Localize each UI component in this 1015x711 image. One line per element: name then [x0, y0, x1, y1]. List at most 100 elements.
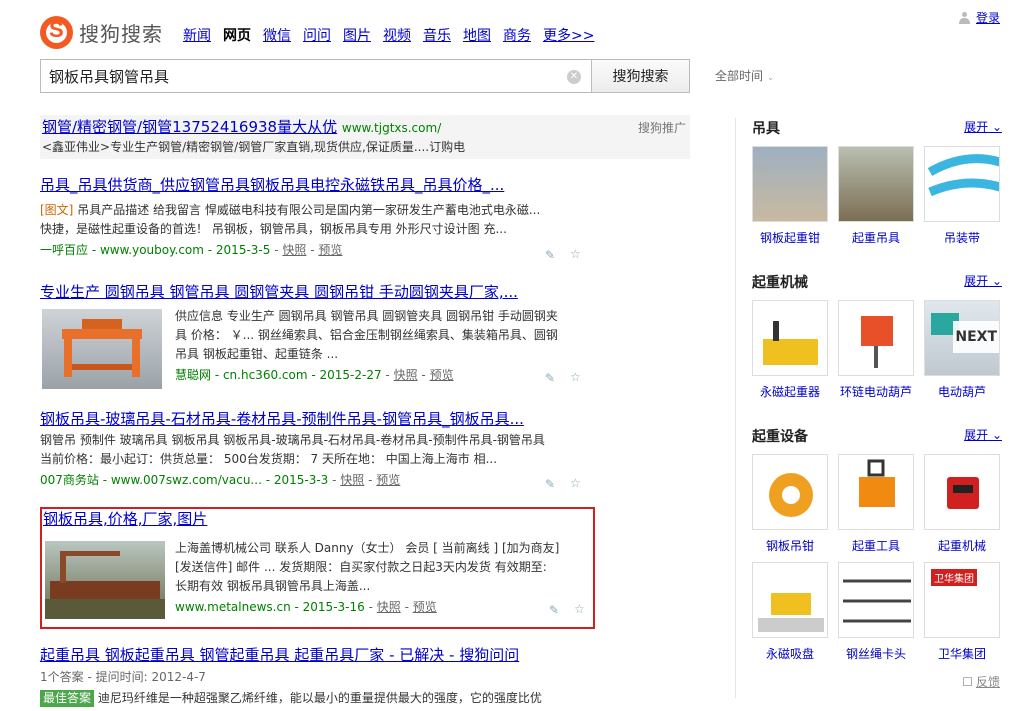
- sidebar-item[interactable]: 钢板起重钳: [752, 146, 828, 246]
- star-icon[interactable]: ☆: [570, 371, 584, 383]
- nav-music[interactable]: 音乐: [423, 25, 451, 45]
- search-input[interactable]: [41, 60, 561, 92]
- sidebar-item[interactable]: 环链电动葫芦: [838, 300, 914, 400]
- result-thumbnail[interactable]: [45, 541, 165, 619]
- result-title-link[interactable]: 吊具_吊具供货商_供应钢管吊具钢板吊具电控永磁铁吊具_吊具价格_...: [40, 176, 504, 194]
- result-desc: 吊具 钢板起重钳、起重链条 ...: [175, 347, 339, 361]
- item-image: [752, 454, 828, 530]
- star-icon[interactable]: ☆: [570, 477, 584, 489]
- sidebar-item[interactable]: 起重工具: [838, 454, 914, 554]
- sidebar-item[interactable]: NEXT 电动葫芦: [924, 300, 1000, 400]
- nav-wenwen[interactable]: 问问: [303, 25, 331, 45]
- image-text-tag: [图文]: [40, 203, 74, 217]
- sidebar-item[interactable]: 永磁起重器: [752, 300, 828, 400]
- item-label: 永磁起重器: [759, 385, 820, 399]
- result-site: 007商务站 - www.007swz.com/vacu... - 2015-3…: [40, 473, 329, 487]
- sidebar-divider: [735, 118, 736, 698]
- search-box: ✕: [40, 59, 592, 93]
- result-title-link[interactable]: 专业生产 圆钢吊具 钢管吊具 圆钢管夹具 圆钢吊钳 手动圆钢夹具厂家,...: [40, 283, 518, 301]
- sidebar-item[interactable]: 吊装带: [924, 146, 1000, 246]
- nav-video[interactable]: 视频: [383, 25, 411, 45]
- sogou-logo[interactable]: S 搜狗搜索: [40, 14, 170, 50]
- time-filter[interactable]: 全部时间 ⌄: [715, 67, 774, 84]
- item-label: 环链电动葫芦: [839, 385, 912, 399]
- ad-title-link[interactable]: 钢管/精密钢管/钢管13752416938量大从优: [42, 118, 337, 136]
- note-icon[interactable]: ✎: [545, 478, 559, 490]
- result-title-link[interactable]: 钢板吊具-玻璃吊具-石材吊具-卷材吊具-预制件吊具-钢管吊具_钢板吊具...: [40, 410, 524, 428]
- result-title-link[interactable]: 钢板吊具,价格,厂家,图片: [43, 510, 207, 528]
- note-icon[interactable]: ✎: [545, 249, 559, 261]
- item-label: 钢板起重钳: [759, 231, 820, 245]
- item-label: 吊装带: [943, 231, 980, 245]
- machine-image: [45, 551, 165, 619]
- feedback-link[interactable]: ☐ 反馈: [962, 673, 1000, 690]
- preview-link[interactable]: 预览: [318, 243, 342, 257]
- sidebar-item[interactable]: 永磁吸盘: [752, 562, 828, 662]
- sidebar-item[interactable]: 起重吊具: [838, 146, 914, 246]
- note-icon[interactable]: ✎: [545, 372, 559, 384]
- result-desc: 吊具产品描述 给我留言 悍威磁电科技有限公司是国内第一家研发生产蓄电池式电永磁.…: [77, 203, 541, 217]
- star-icon[interactable]: ☆: [574, 603, 588, 615]
- snapshot-link[interactable]: 快照: [377, 600, 401, 614]
- login-area: 登录: [958, 9, 1000, 26]
- item-image: [752, 146, 828, 222]
- section-heading: 起重机械: [752, 275, 808, 291]
- hoist-image: [861, 316, 893, 368]
- item-image: [752, 300, 828, 376]
- section-heading: 吊具: [752, 121, 780, 137]
- feedback-label: 反馈: [975, 675, 1000, 689]
- item-label: 起重吊具: [851, 231, 900, 245]
- search-result: 专业生产 圆钢吊具 钢管吊具 圆钢管夹具 圆钢吊钳 手动圆钢夹具厂家,...: [40, 282, 690, 302]
- magnet-image: [763, 321, 818, 365]
- highlighted-result: 钢板吊具,价格,厂家,图片 上海盖博机械公司 联系人 Danny（女士） 会员 …: [40, 507, 595, 629]
- sidebar-item[interactable]: 钢丝绳卡头: [838, 562, 914, 662]
- login-link[interactable]: 登录: [976, 9, 1000, 26]
- result-title[interactable]: 钢管/精密钢管/钢管13752416938量大从优 www.tjgtxs.com…: [42, 117, 688, 138]
- sidebar-item[interactable]: 钢板吊钳: [752, 454, 828, 554]
- sidebar-section: 起重机械 展开 ⌄ 永磁起重器 环链电动葫芦 NEXT 电动葫芦: [752, 272, 1002, 400]
- nav-wechat[interactable]: 微信: [263, 25, 291, 45]
- sidebar-item[interactable]: 起重机械: [924, 454, 1000, 554]
- item-image: [752, 562, 828, 638]
- result-thumbnail[interactable]: [42, 309, 162, 389]
- wire-clip-image: [843, 579, 911, 623]
- item-image: [838, 300, 914, 376]
- item-image: [924, 454, 1000, 530]
- snapshot-link[interactable]: 快照: [394, 368, 418, 382]
- nav-map[interactable]: 地图: [463, 25, 491, 45]
- crane-scale-image: [947, 477, 979, 509]
- snapshot-link[interactable]: 快照: [282, 243, 306, 257]
- search-button[interactable]: 搜狗搜索: [591, 59, 690, 93]
- expand-link[interactable]: 展开 ⌄: [964, 272, 1002, 294]
- preview-link[interactable]: 预览: [413, 600, 437, 614]
- item-label: 电动葫芦: [937, 385, 986, 399]
- result-desc: 当前价格：最小起订：供货总量： 500台发货期： 7 天所在地： 中国上海上海市…: [40, 452, 498, 466]
- nav-business[interactable]: 商务: [503, 25, 531, 45]
- nav-more[interactable]: 更多>>: [543, 25, 594, 45]
- search-result: 吊具_吊具供货商_供应钢管吊具钢板吊具电控永磁铁吊具_吊具价格_... [图文]…: [40, 175, 690, 259]
- nav-news[interactable]: 新闻: [183, 25, 211, 45]
- result-title-link[interactable]: 起重吊具 钢板起重吊具 钢管起重吊具 起重吊具厂家 - 已解决 - 搜狗问问: [40, 646, 519, 664]
- note-icon[interactable]: ✎: [549, 604, 563, 616]
- next-button[interactable]: NEXT: [953, 321, 999, 353]
- expand-link[interactable]: 展开 ⌄: [964, 118, 1002, 140]
- item-label: 钢板吊钳: [765, 539, 814, 553]
- sidebar-section: 起重设备 展开 ⌄ 钢板吊钳 起重工具 起重机械 永磁吸盘 钢丝绳卡头 卫华集团…: [752, 426, 1002, 662]
- preview-link[interactable]: 预览: [430, 368, 454, 382]
- chain-hoist-image: [859, 459, 895, 507]
- sidebar-item[interactable]: 卫华集团 卫华集团: [924, 562, 1000, 662]
- ad-desc: <鑫亚伟业>专业生产钢管/精密钢管/钢管厂家直销,现货供应,保证质量....订购…: [42, 140, 466, 154]
- nav-images[interactable]: 图片: [343, 25, 371, 45]
- snapshot-link[interactable]: 快照: [340, 473, 364, 487]
- result-desc: 快捷，是磁性起重设备的首选！ 吊钢板，钢管吊具，钢板吊具专用 外形尺寸设计图 充…: [40, 222, 507, 236]
- result-site: 一呼百应 - www.youboy.com - 2015-3-5: [40, 243, 271, 257]
- clear-icon[interactable]: ✕: [567, 70, 581, 84]
- expand-link[interactable]: 展开 ⌄: [964, 426, 1002, 448]
- result-desc: 上海盖博机械公司 联系人 Danny（女士） 会员 [ 当前离线 ] [加为商友…: [175, 541, 560, 555]
- result-desc: [发送信件] 邮件 ... 发货期限：自买家付款之日起3天内发货 有效期至:: [175, 560, 547, 574]
- star-icon[interactable]: ☆: [570, 248, 584, 260]
- item-label: 起重工具: [851, 539, 900, 553]
- preview-link[interactable]: 预览: [376, 473, 400, 487]
- ad-url: www.tjgtxs.com/: [341, 121, 442, 135]
- nav-web: 网页: [223, 28, 251, 44]
